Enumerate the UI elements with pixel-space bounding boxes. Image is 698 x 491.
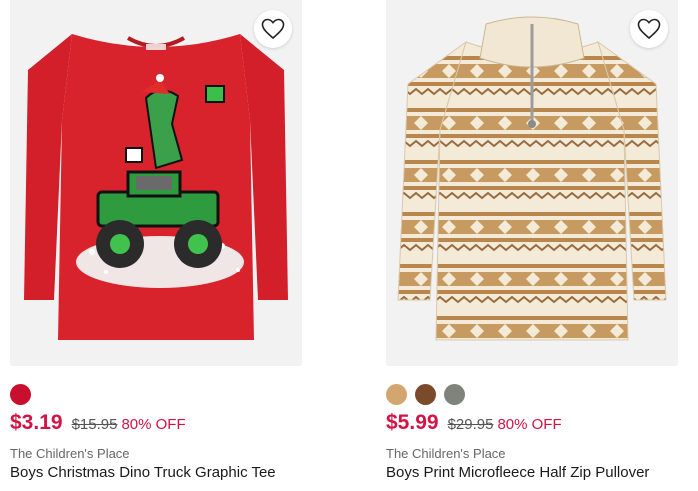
product-image[interactable] bbox=[386, 0, 678, 366]
product-image[interactable] bbox=[10, 0, 302, 366]
sale-price: $5.99 bbox=[386, 411, 439, 434]
brand-name: The Children's Place bbox=[386, 446, 506, 461]
price-row: $5.99 $29.95 80% OFF bbox=[386, 411, 562, 435]
heart-outline-icon bbox=[637, 18, 661, 40]
color-swatches bbox=[386, 384, 465, 405]
add-to-favorites-button[interactable] bbox=[630, 10, 668, 48]
product-title-link[interactable]: Boys Print Microfleece Half Zip Pullover bbox=[386, 464, 649, 481]
fleece-pullover-image bbox=[386, 0, 678, 366]
heart-outline-icon bbox=[261, 18, 285, 40]
red-graphic-tee-image bbox=[10, 0, 302, 366]
product-title-link[interactable]: Boys Christmas Dino Truck Graphic Tee bbox=[10, 464, 276, 481]
add-to-favorites-button[interactable] bbox=[254, 10, 292, 48]
original-price: $15.95 bbox=[71, 416, 118, 433]
discount-label: 80% OFF bbox=[497, 416, 562, 433]
original-price: $29.95 bbox=[447, 416, 494, 433]
sale-price: $3.19 bbox=[10, 411, 63, 434]
color-swatch-gray[interactable] bbox=[444, 384, 465, 405]
product-card[interactable]: $5.99 $29.95 80% OFF The Children's Plac… bbox=[386, 0, 678, 481]
price-row: $3.19 $15.95 80% OFF bbox=[10, 411, 186, 435]
color-swatch-red[interactable] bbox=[10, 384, 31, 405]
product-card[interactable]: $3.19 $15.95 80% OFF The Children's Plac… bbox=[10, 0, 302, 481]
color-swatches bbox=[10, 384, 31, 405]
color-swatch-tan[interactable] bbox=[386, 384, 407, 405]
brand-name: The Children's Place bbox=[10, 446, 130, 461]
discount-label: 80% OFF bbox=[121, 416, 186, 433]
color-swatch-brown[interactable] bbox=[415, 384, 436, 405]
